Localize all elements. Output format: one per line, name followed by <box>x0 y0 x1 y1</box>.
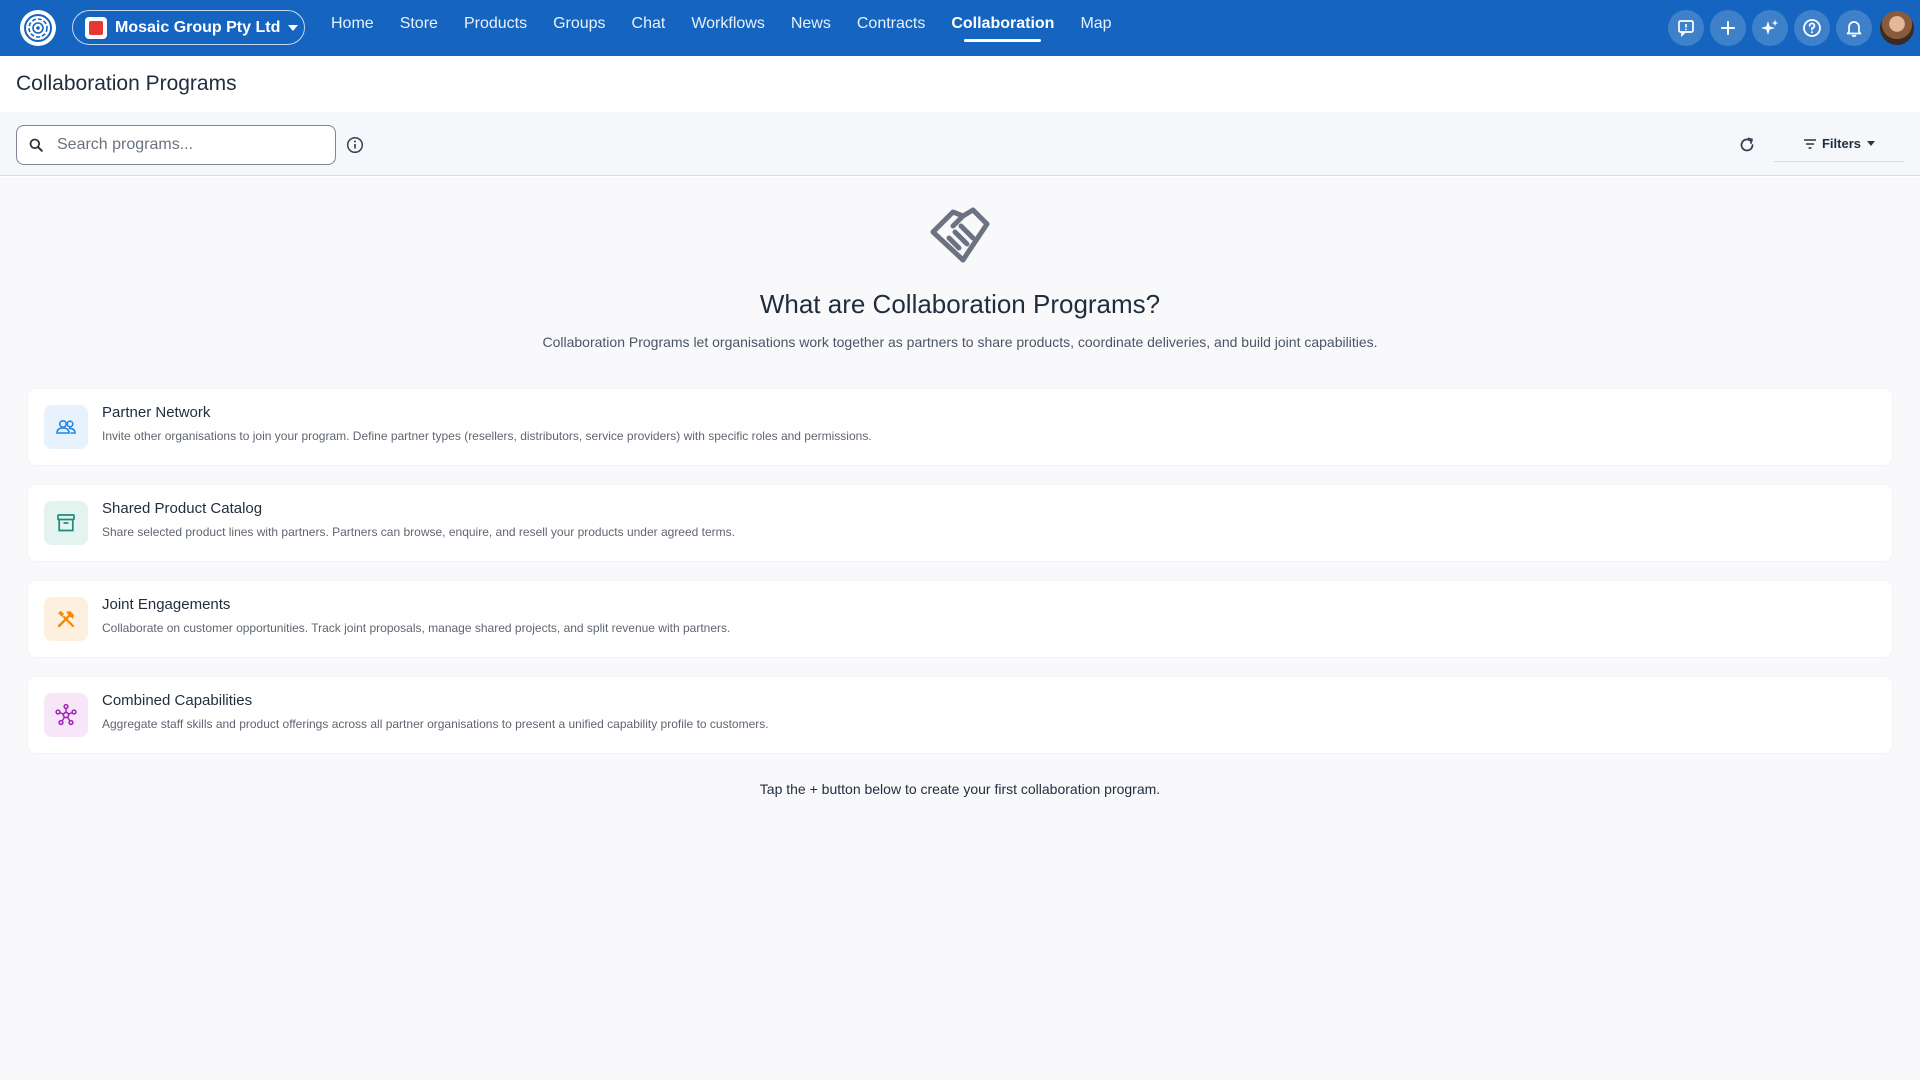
feature-title: Shared Product Catalog <box>102 500 263 517</box>
feature-description: Collaborate on customer opportunities. T… <box>102 621 731 635</box>
plus-icon <box>1721 21 1735 35</box>
feature-title: Partner Network <box>102 404 211 421</box>
nav-item-chat[interactable]: Chat <box>619 0 679 52</box>
nav-item-map[interactable]: Map <box>1067 0 1124 52</box>
nav-item-products[interactable]: Products <box>451 0 540 52</box>
ai-assistant-button[interactable] <box>1752 10 1788 46</box>
main-nav: Home Store Products Groups Chat Workflows News… <box>318 0 1125 56</box>
filters-label: Filters <box>1821 136 1861 151</box>
nav-item-home[interactable]: Home <box>318 0 387 52</box>
feedback-icon <box>1678 20 1694 37</box>
create-button[interactable] <box>1710 10 1746 46</box>
feature-card: Joint Engagements Collaborate on customer… <box>28 581 1892 657</box>
page-title: Collaboration Programs <box>16 72 237 95</box>
feature-card: Shared Product Catalog Share selected pro… <box>28 485 1892 561</box>
toolbar: Filters <box>0 112 1920 176</box>
bell-icon <box>1846 21 1862 37</box>
notifications-button[interactable] <box>1836 10 1872 46</box>
empty-state-description: Collaboration Programs let organisations… <box>542 334 1378 350</box>
search-input[interactable] <box>57 136 307 154</box>
sparkle-icon <box>1761 19 1779 35</box>
info-button[interactable] <box>344 134 366 156</box>
organization-selector[interactable]: Mosaic Group Pty Ltd <box>72 10 305 45</box>
help-icon <box>1803 19 1821 37</box>
chevron-down-icon <box>288 24 299 31</box>
feature-description: Invite other organisations to join your … <box>102 429 872 443</box>
empty-state-title: What are Collaboration Programs? <box>759 289 1161 319</box>
feature-card: Combined Capabilities Aggregate staff ski… <box>28 677 1892 753</box>
filter-lines-icon <box>1803 138 1816 149</box>
feature-description: Share selected product lines with partne… <box>102 525 735 539</box>
hub-icon <box>44 693 88 737</box>
organization-name: Mosaic Group Pty Ltd <box>115 18 281 36</box>
archive-box-icon <box>44 501 88 545</box>
people-icon <box>44 405 88 449</box>
organization-logo-icon <box>85 16 107 39</box>
nav-item-store[interactable]: Store <box>387 0 451 52</box>
feature-description: Aggregate staff skills and product offer… <box>102 717 769 731</box>
chevron-down-icon <box>1867 141 1875 146</box>
nav-item-news[interactable]: News <box>778 0 844 52</box>
feature-title: Joint Engagements <box>102 596 231 613</box>
feature-list: Partner Network Invite other organisation… <box>28 389 1892 773</box>
empty-state-panel: What are Collaboration Programs? Collabo… <box>0 177 1920 1080</box>
nav-item-collaboration[interactable]: Collaboration <box>938 0 1067 52</box>
nav-item-workflows[interactable]: Workflows <box>678 0 778 52</box>
info-icon <box>346 136 364 154</box>
nav-item-groups[interactable]: Groups <box>540 0 618 52</box>
tools-icon <box>44 597 88 641</box>
search-box[interactable] <box>16 125 336 165</box>
app-logo-icon[interactable] <box>20 10 56 46</box>
refresh-icon <box>1740 137 1754 152</box>
top-navigation-bar: Mosaic Group Pty Ltd Home Store Products Gr… <box>0 0 1920 56</box>
feature-card: Partner Network Invite other organisation… <box>28 389 1892 465</box>
help-button[interactable] <box>1794 10 1830 46</box>
feedback-button[interactable] <box>1668 10 1704 46</box>
top-actions <box>1662 0 1920 56</box>
search-icon <box>29 138 43 152</box>
nav-item-contracts[interactable]: Contracts <box>844 0 938 52</box>
create-hint: Tap the + button below to create your fi… <box>759 781 1161 797</box>
user-avatar[interactable] <box>1880 11 1914 45</box>
filters-button[interactable]: Filters <box>1774 126 1904 162</box>
feature-title: Combined Capabilities <box>102 692 253 709</box>
handshake-icon <box>925 202 995 272</box>
refresh-button[interactable] <box>1735 133 1759 157</box>
